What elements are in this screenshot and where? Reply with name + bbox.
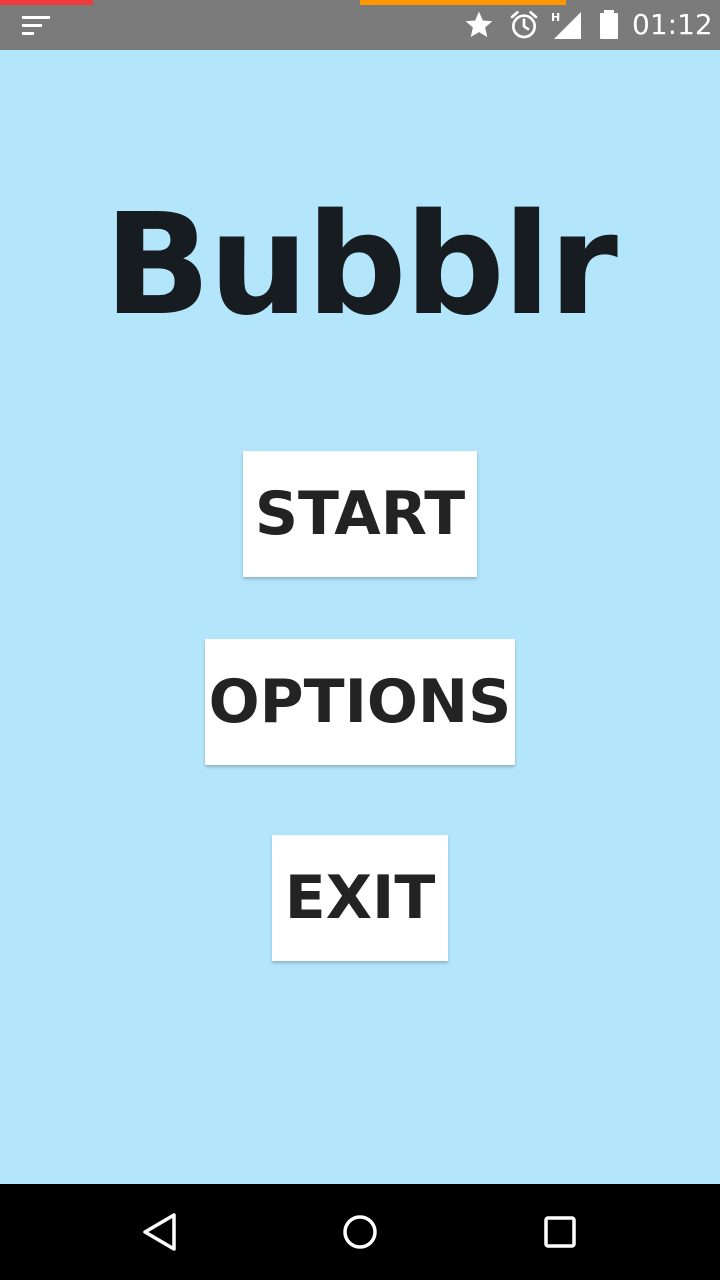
recents-icon[interactable]	[536, 1208, 584, 1256]
app-title: Bubblr	[104, 184, 618, 347]
status-accent-red	[0, 0, 93, 5]
options-button[interactable]: OPTIONS	[205, 639, 515, 765]
star-icon	[465, 11, 493, 37]
home-icon[interactable]	[336, 1208, 384, 1256]
alarm-icon	[510, 10, 538, 39]
notification-icon[interactable]	[22, 14, 52, 38]
battery-icon	[600, 10, 618, 39]
status-time: 01:12	[632, 8, 713, 41]
status-accent-orange	[360, 0, 566, 5]
back-icon[interactable]	[136, 1208, 184, 1256]
navigation-bar	[0, 1184, 720, 1280]
exit-button[interactable]: EXIT	[272, 835, 448, 961]
status-bar: H 01:12	[0, 0, 720, 50]
signal-icon: H	[551, 11, 581, 39]
network-type-label: H	[551, 11, 560, 24]
start-button[interactable]: START	[243, 451, 477, 577]
